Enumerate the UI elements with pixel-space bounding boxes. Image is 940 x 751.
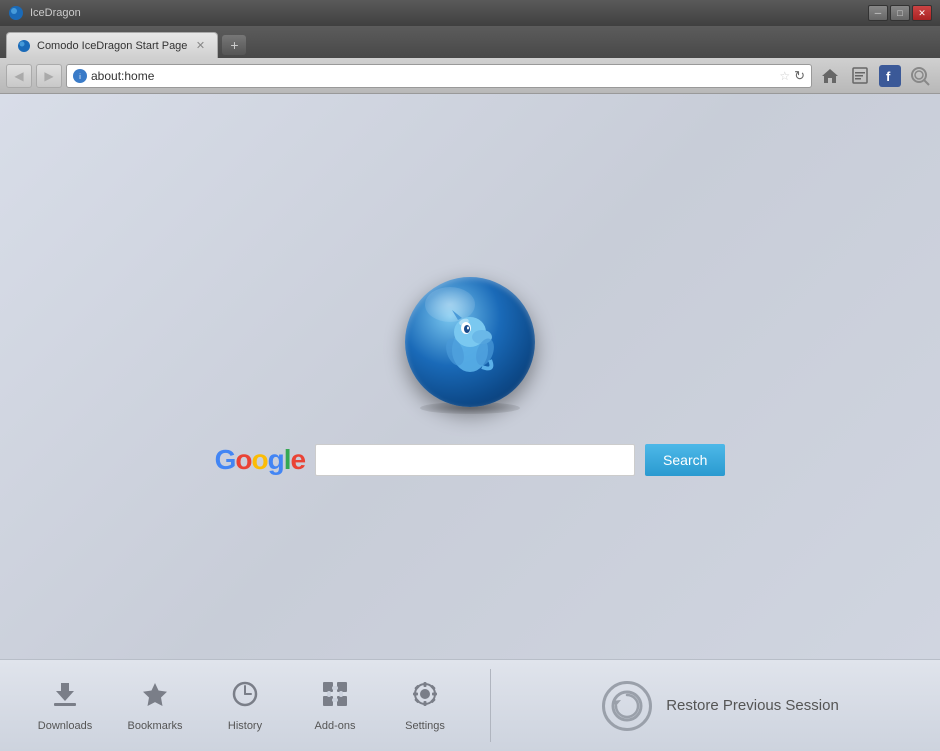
toolbar-icons: f — [816, 63, 934, 89]
downloads-icon — [50, 679, 80, 714]
app-icon — [8, 5, 24, 21]
window-controls: ─ □ ✕ — [868, 5, 932, 21]
downloads-label: Downloads — [38, 720, 92, 732]
bookmark-star-icon[interactable]: ☆ — [779, 69, 790, 83]
security-icon: i — [73, 69, 87, 83]
dragon-icon — [430, 302, 510, 382]
active-tab[interactable]: Comodo IceDragon Start Page ✕ — [6, 32, 218, 58]
tab-close-button[interactable]: ✕ — [193, 39, 207, 53]
addons-label: Add-ons — [315, 720, 356, 732]
settings-label: Settings — [405, 720, 445, 732]
new-tab-button[interactable]: + — [222, 35, 246, 55]
app-title: IceDragon — [30, 7, 862, 19]
tab-title: Comodo IceDragon Start Page — [37, 40, 187, 52]
google-search-button[interactable]: Search — [645, 444, 725, 476]
downloads-link[interactable]: Downloads — [20, 669, 110, 742]
logo-area — [405, 277, 535, 414]
bookmarks-link[interactable]: Bookmarks — [110, 669, 200, 742]
bookmarks-label: Bookmarks — [127, 720, 182, 732]
tab-favicon — [17, 39, 31, 53]
address-bar[interactable]: i ☆ ↻ — [66, 64, 812, 88]
refresh-icon[interactable]: ↻ — [794, 68, 805, 84]
browser-logo — [405, 277, 535, 407]
google-search-input[interactable] — [315, 444, 635, 476]
quick-links: Downloads Bookmarks History — [20, 669, 491, 742]
nav-bar: ◀ ▶ i ☆ ↻ f — [0, 58, 940, 94]
restore-label: Restore Previous Session — [666, 697, 839, 714]
settings-link[interactable]: Settings — [380, 669, 470, 742]
back-button[interactable]: ◀ — [6, 64, 32, 88]
history-icon — [230, 679, 260, 714]
address-input[interactable] — [91, 69, 775, 83]
forward-button[interactable]: ▶ — [36, 64, 62, 88]
main-content: Google Search — [0, 94, 940, 659]
facebook-button[interactable]: f — [876, 63, 904, 89]
bookmarks-icon — [140, 679, 170, 714]
restore-session[interactable]: Restore Previous Session — [491, 681, 920, 731]
tab-bar: Comodo IceDragon Start Page ✕ + — [0, 26, 940, 58]
bookmarks-toolbar-button[interactable] — [846, 63, 874, 89]
minimize-button[interactable]: ─ — [868, 5, 888, 21]
search-toolbar-button[interactable] — [906, 63, 934, 89]
home-button[interactable] — [816, 63, 844, 89]
history-link[interactable]: History — [200, 669, 290, 742]
title-bar: IceDragon ─ □ ✕ — [0, 0, 940, 26]
google-logo: Google — [215, 444, 305, 476]
search-area: Google Search — [215, 444, 726, 476]
close-button[interactable]: ✕ — [912, 5, 932, 21]
addons-icon — [320, 679, 350, 714]
history-label: History — [228, 720, 262, 732]
addons-link[interactable]: Add-ons — [290, 669, 380, 742]
bottom-bar: Downloads Bookmarks History — [0, 659, 940, 751]
maximize-button[interactable]: □ — [890, 5, 910, 21]
restore-icon — [602, 681, 652, 731]
svg-text:f: f — [886, 69, 891, 84]
settings-icon — [410, 679, 440, 714]
